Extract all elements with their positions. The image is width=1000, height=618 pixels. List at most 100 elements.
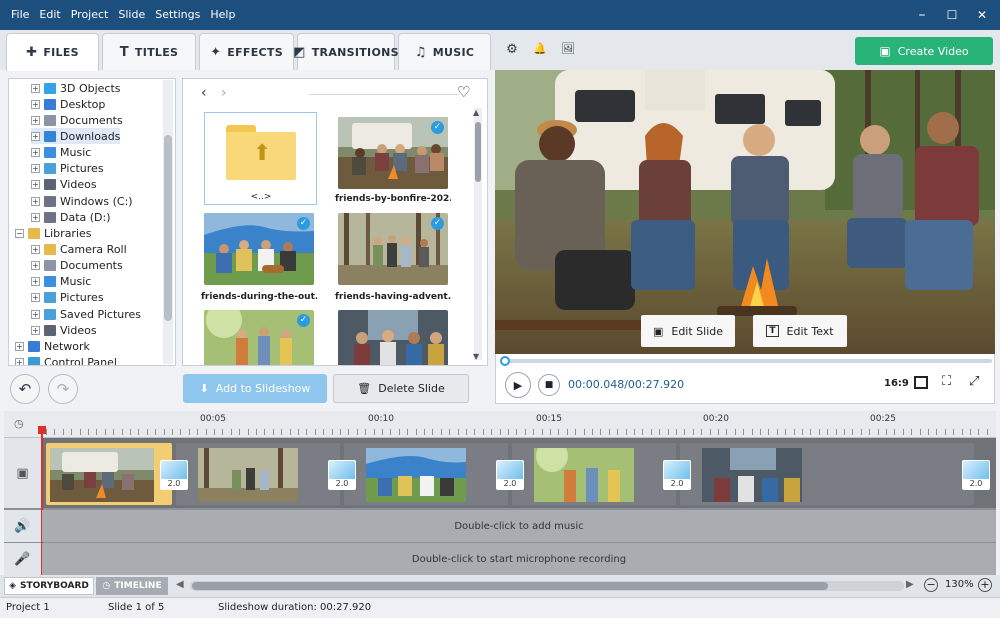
seek-bar[interactable] xyxy=(504,359,992,363)
menu-slide[interactable]: Slide xyxy=(113,0,150,30)
redo-button[interactable]: ↷ xyxy=(48,374,78,404)
tree-item[interactable]: + Videos xyxy=(31,322,97,338)
bell-icon[interactable]: 🔔 xyxy=(532,42,548,58)
edit-slide-button[interactable]: ▣ Edit Slide xyxy=(641,315,735,347)
ruler-minor-tick xyxy=(886,429,887,435)
gear-icon[interactable]: ⚙ xyxy=(504,42,520,58)
zoom-in-icon[interactable]: + xyxy=(978,578,992,592)
expand-icon[interactable]: + xyxy=(15,358,24,365)
tree-item[interactable]: + Documents xyxy=(31,112,123,128)
expand-icon[interactable]: + xyxy=(31,309,40,319)
scroll-left-icon[interactable]: ◀ xyxy=(176,579,184,590)
seek-handle[interactable] xyxy=(499,356,510,366)
expand-icon[interactable]: + xyxy=(31,196,40,206)
scroll-down-arrow-icon[interactable]: ▼ xyxy=(473,352,479,361)
microphone-lane[interactable]: Double-click to start microphone recordi… xyxy=(42,543,996,575)
tree-item[interactable]: + Documents xyxy=(31,258,123,274)
expand-icon[interactable]: + xyxy=(31,180,40,190)
fullscreen-icon[interactable]: ⤢ xyxy=(969,374,979,389)
files-scrollbar-thumb[interactable] xyxy=(475,122,481,182)
timeline-tab[interactable]: ◷ TIMELINE xyxy=(96,577,168,595)
heart-icon[interactable]: ♡ xyxy=(457,83,470,101)
collapse-icon[interactable]: − xyxy=(15,228,24,238)
play-button[interactable]: ▶ xyxy=(505,372,531,398)
tab-files[interactable]: ✚ FILES xyxy=(6,33,99,71)
tree-item[interactable]: + Pictures xyxy=(31,161,104,177)
tree-item[interactable]: +3D Objects xyxy=(31,80,121,96)
menu-help[interactable]: Help xyxy=(205,0,240,30)
edit-text-button[interactable]: T Edit Text xyxy=(753,315,847,347)
undo-button[interactable]: ↶ xyxy=(10,374,40,404)
tab-transitions[interactable]: ◩ TRANSITIONS xyxy=(293,33,399,70)
expand-icon[interactable]: + xyxy=(31,115,40,125)
gallery-icon[interactable]: 🖼 xyxy=(560,42,576,58)
tree-item[interactable]: + Videos xyxy=(31,177,97,193)
file-label-bonfire: friends-by-bonfire-202... xyxy=(335,194,451,204)
tree-item[interactable]: + Camera Roll xyxy=(31,242,127,258)
tree-item[interactable]: + Music xyxy=(31,145,91,161)
menu-settings[interactable]: Settings xyxy=(150,0,205,30)
expand-icon[interactable]: + xyxy=(31,293,40,303)
expand-icon[interactable]: + xyxy=(31,99,40,109)
transition-4[interactable]: 2.0 xyxy=(663,460,691,490)
expand-icon[interactable]: + xyxy=(31,83,40,93)
expand-icon[interactable]: + xyxy=(31,131,40,141)
expand-icon[interactable]: + xyxy=(31,245,40,254)
folder-tree[interactable]: +3D Objects + Desktop + Documents + Downloads +… xyxy=(8,78,176,366)
tree-item[interactable]: + Music xyxy=(31,274,91,290)
slide-preview[interactable]: ▣ Edit Slide T Edit Text xyxy=(495,70,995,354)
playhead-handle[interactable] xyxy=(38,426,46,434)
ruler-minor-tick xyxy=(188,429,190,435)
scroll-up-arrow-icon[interactable]: ▲ xyxy=(473,108,479,117)
tree-item[interactable]: + Pictures xyxy=(31,290,104,306)
expand-icon[interactable]: + xyxy=(31,325,40,335)
transition-5[interactable]: 2.0 xyxy=(962,460,990,490)
expand-icon[interactable]: + xyxy=(15,341,24,351)
transition-3[interactable]: 2.0 xyxy=(496,460,524,490)
expand-icon[interactable]: + xyxy=(31,164,40,174)
scroll-right-icon[interactable]: ▶ xyxy=(906,579,914,590)
tree-item[interactable]: + Desktop xyxy=(31,96,105,112)
timeline-scrollbar[interactable] xyxy=(190,581,904,591)
parent-folder-item[interactable]: ⬆ <..> xyxy=(204,112,317,205)
expand-icon[interactable]: + xyxy=(31,261,40,271)
close-button[interactable]: ✕ xyxy=(968,0,996,30)
add-to-slideshow-button[interactable]: ⬇ Add to Slideshow xyxy=(183,374,327,403)
time-ruler[interactable]: ◷ 00:05 00:10 00:15 00:20 00:25 xyxy=(4,411,996,438)
frame-icon[interactable] xyxy=(914,376,928,389)
tree-scrollbar-thumb[interactable] xyxy=(164,135,172,321)
delete-slide-button[interactable]: 🗑 Delete Slide xyxy=(333,374,469,403)
expand-icon[interactable]: + xyxy=(31,277,40,287)
tab-effects[interactable]: ✦ EFFECTS xyxy=(199,33,294,70)
transition-2[interactable]: 2.0 xyxy=(328,460,356,490)
tab-titles[interactable]: T TITLES xyxy=(102,33,196,70)
tree-item[interactable]: + Data (D:) xyxy=(31,209,111,225)
storyboard-tab[interactable]: ◈ STORYBOARD xyxy=(4,577,94,595)
tree-item[interactable]: + Saved Pictures xyxy=(31,306,141,322)
file-thumbnail-friends[interactable] xyxy=(338,310,448,365)
tree-item[interactable]: + Downloads xyxy=(31,128,121,145)
menu-file[interactable]: File xyxy=(6,0,34,30)
back-arrow-icon[interactable]: ‹ xyxy=(201,85,207,101)
zoom-out-icon[interactable]: − xyxy=(924,578,938,592)
menu-project[interactable]: Project xyxy=(66,0,114,30)
minimize-button[interactable]: – xyxy=(908,0,936,30)
expand-icon[interactable]: + xyxy=(31,212,40,222)
aspect-ratio-button[interactable]: 16:9 xyxy=(884,378,909,389)
create-video-button[interactable]: ▣ Create Video xyxy=(855,37,993,65)
tree-item[interactable]: − Libraries xyxy=(15,225,92,241)
menu-edit[interactable]: Edit xyxy=(34,0,65,30)
tree-item[interactable]: + Windows (C:) xyxy=(31,193,133,209)
snapshot-icon[interactable]: ⛶ xyxy=(942,374,951,389)
music-lane[interactable]: Double-click to add music xyxy=(42,510,996,542)
maximize-button[interactable]: ☐ xyxy=(938,0,966,30)
expand-icon[interactable]: + xyxy=(31,148,40,158)
tree-item[interactable]: + Control Panel xyxy=(15,355,117,365)
timeline-scrollbar-thumb[interactable] xyxy=(192,582,828,590)
forward-arrow-icon[interactable]: › xyxy=(221,85,227,101)
transition-1[interactable]: 2.0 xyxy=(160,460,188,490)
tab-music[interactable]: ♫ MUSIC xyxy=(398,33,491,70)
tree-item[interactable]: + Network xyxy=(15,338,90,354)
stop-button[interactable]: ■ xyxy=(538,374,560,396)
status-bar: Project 1 Slide 1 of 5 Slideshow duratio… xyxy=(0,597,1000,618)
